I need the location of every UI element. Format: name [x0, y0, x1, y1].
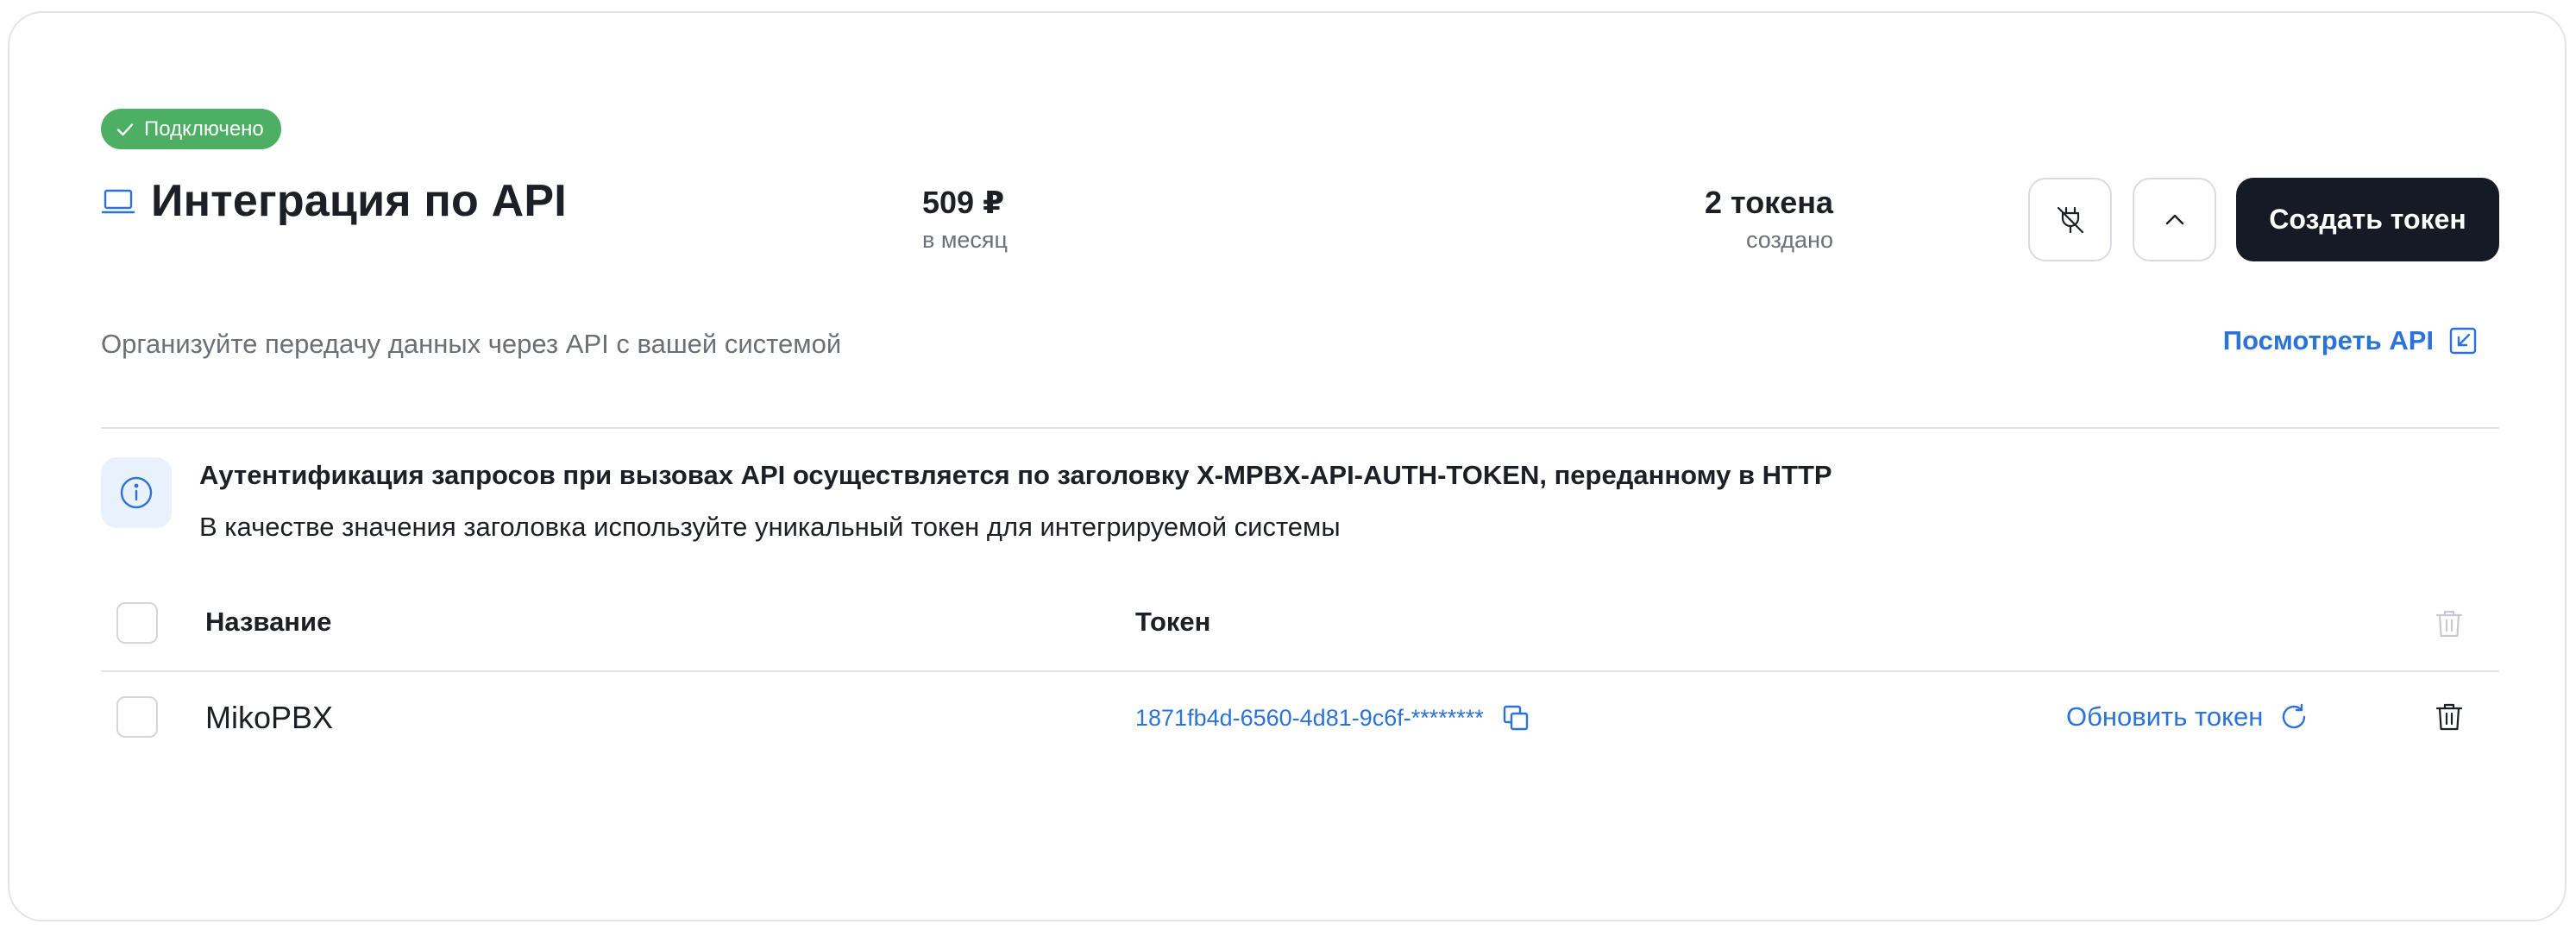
section-divider	[101, 427, 2499, 429]
view-api-link[interactable]: Посмотреть API	[2223, 325, 2479, 356]
refresh-icon	[2283, 703, 2306, 729]
status-badge: Подключено	[101, 109, 281, 149]
token-value-text: 1871fb4d-6560-4d81-9c6f-********	[1135, 704, 1484, 731]
collapse-button[interactable]	[2133, 178, 2216, 261]
integration-card: Подключено Интеграция по API 509 ₽ в мес…	[8, 11, 2567, 921]
refresh-token-button[interactable]: Обновить токен	[2066, 701, 2309, 733]
laptop-icon	[101, 189, 135, 214]
tokens-caption: создано	[1746, 227, 1833, 253]
info-subtitle: В качестве значения заголовка используйт…	[199, 512, 1341, 542]
disconnect-button[interactable]	[2028, 178, 2112, 261]
trash-icon[interactable]	[2432, 607, 2466, 641]
column-header-token: Токен	[1135, 607, 1211, 637]
token-row-name: MikoPBX	[205, 700, 334, 735]
price-stat: 509 ₽ в месяц	[922, 184, 1008, 255]
info-title: Аутентификация запросов при вызовах API …	[199, 460, 1832, 490]
select-all-checkbox[interactable]	[116, 602, 158, 644]
view-api-label: Посмотреть API	[2222, 325, 2434, 355]
info-icon	[120, 476, 153, 509]
table-header-divider	[101, 670, 2499, 672]
trash-icon[interactable]	[2432, 700, 2466, 734]
unplug-icon	[2057, 206, 2083, 233]
integration-description: Организуйте передачу данных через API с …	[101, 329, 842, 359]
chevron-up-icon	[2165, 214, 2183, 224]
info-icon-box	[101, 457, 172, 528]
copy-icon[interactable]	[1501, 703, 1530, 733]
price-value: 509 ₽	[922, 185, 1005, 220]
page-title: Интеграция по API	[151, 176, 567, 226]
column-header-name: Название	[205, 607, 332, 637]
title-row: Интеграция по API	[101, 175, 567, 227]
check-icon	[116, 123, 134, 135]
tokens-stat: 2 токена создано	[1631, 184, 1833, 255]
row-checkbox[interactable]	[116, 696, 158, 738]
refresh-token-label: Обновить токен	[2066, 701, 2264, 732]
tokens-count: 2 токена	[1705, 185, 1833, 220]
create-token-button[interactable]: Создать токен	[2236, 178, 2499, 261]
token-row-value: 1871fb4d-6560-4d81-9c6f-********	[1135, 703, 1530, 733]
status-badge-label: Подключено	[144, 116, 264, 141]
price-caption: в месяц	[922, 227, 1008, 253]
external-link-icon	[2449, 327, 2477, 355]
